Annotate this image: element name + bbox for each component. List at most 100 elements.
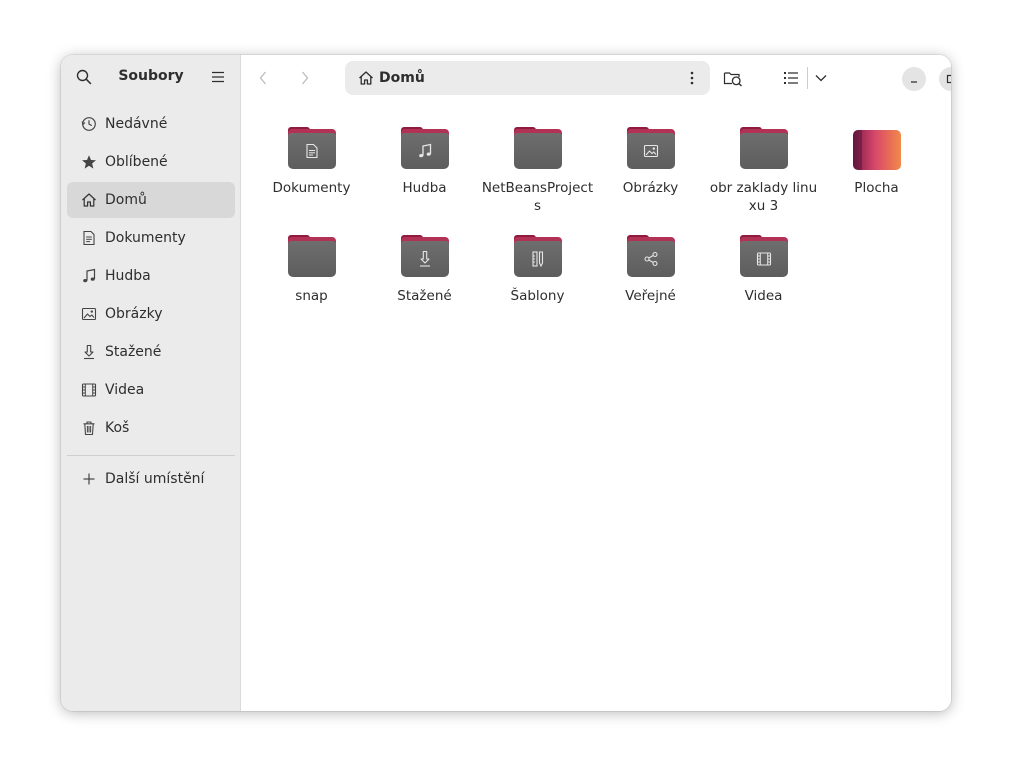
star-icon <box>81 154 97 170</box>
sidebar-other-locations: Další umístění <box>67 461 235 499</box>
folder-item[interactable]: Šablony <box>481 233 594 305</box>
image-icon <box>81 306 97 322</box>
folder-item[interactable]: Veřejné <box>594 233 707 305</box>
sidebar-item-downloads[interactable]: Stažené <box>67 334 235 370</box>
music-icon <box>418 143 431 158</box>
home-icon <box>357 69 375 87</box>
sidebar-item-label: Videa <box>105 382 145 398</box>
sidebar-item-music[interactable]: Hudba <box>67 258 235 294</box>
view-options-button[interactable] <box>809 66 833 90</box>
trash-icon <box>81 420 97 436</box>
folder-name: Veřejné <box>625 288 676 304</box>
share-icon <box>643 251 658 267</box>
folder-name: Šablony <box>510 288 565 304</box>
vertical-dots-icon <box>690 71 694 85</box>
folder-icon <box>739 233 788 277</box>
folder-item[interactable]: Dokumenty <box>255 125 368 197</box>
folder-name: snap <box>295 288 328 304</box>
folder-search-icon <box>723 72 742 87</box>
folder-icon <box>626 125 675 169</box>
folder-item[interactable]: Videa <box>707 233 820 305</box>
sidebar-item-label: Nedávné <box>105 116 168 132</box>
sidebar-item-label: Hudba <box>105 268 151 284</box>
folder-icon <box>400 233 449 277</box>
folder-icon <box>626 233 675 277</box>
main-menu-button[interactable] <box>207 66 229 88</box>
sidebar-item-starred[interactable]: Oblíbené <box>67 144 235 180</box>
location-menu-button[interactable] <box>682 68 702 88</box>
clock-icon <box>81 116 97 132</box>
maximize-icon <box>946 74 951 84</box>
search-icon <box>76 69 92 85</box>
sidebar-header: Soubory <box>61 55 241 101</box>
chevron-left-icon <box>259 71 266 85</box>
chevron-right-icon <box>302 71 309 85</box>
desktop-folder-icon <box>852 125 901 170</box>
sidebar-item-videos[interactable]: Videa <box>67 372 235 408</box>
back-button[interactable] <box>249 66 277 90</box>
sidebar-item-home[interactable]: Domů <box>67 182 235 218</box>
music-icon <box>81 268 97 284</box>
plus-icon <box>81 471 97 487</box>
folder-item[interactable]: NetBeansProjects <box>481 125 594 215</box>
folder-icon <box>287 125 336 169</box>
main-content: Domů Dokumenty Hudba NetBeansProjects Ob… <box>241 55 951 711</box>
home-icon <box>81 192 97 208</box>
folder-name: Dokumenty <box>272 180 351 196</box>
hamburger-menu-icon <box>212 71 224 83</box>
film-icon <box>756 252 771 266</box>
template-icon <box>531 251 543 268</box>
folder-item[interactable]: obr zaklady linuxu 3 <box>707 125 820 215</box>
sidebar-item-label: Další umístění <box>105 471 205 487</box>
folder-icon <box>739 125 788 169</box>
path-bar[interactable]: Domů <box>345 61 710 95</box>
document-icon <box>305 143 318 159</box>
sidebar-item-pictures[interactable]: Obrázky <box>67 296 235 332</box>
folder-name: Hudba <box>402 180 447 196</box>
folder-icon <box>513 233 562 277</box>
folder-item[interactable]: snap <box>255 233 368 305</box>
sidebar-item-recent[interactable]: Nedávné <box>67 106 235 142</box>
view-list-button[interactable] <box>779 66 803 90</box>
folder-icon <box>513 125 562 169</box>
sidebar-item-label: Domů <box>105 192 147 208</box>
folder-name: Stažené <box>397 288 452 304</box>
sidebar-item-label: Dokumenty <box>105 230 186 246</box>
sidebar-item-label: Koš <box>105 420 130 436</box>
current-location-label[interactable]: Domů <box>379 70 425 86</box>
sidebar-item-label: Stažené <box>105 344 162 360</box>
app-title: Soubory <box>118 68 184 84</box>
folder-icon <box>400 125 449 169</box>
sidebar-item-label: Obrázky <box>105 306 163 322</box>
folder-item[interactable]: Plocha <box>820 125 933 197</box>
document-icon <box>81 230 97 246</box>
minimize-icon <box>911 81 917 83</box>
list-view-icon <box>784 72 798 84</box>
image-icon <box>643 144 658 158</box>
maximize-button[interactable] <box>939 67 951 91</box>
minimize-button[interactable] <box>902 67 926 91</box>
folder-name: obr zaklady linuxu 3 <box>709 180 818 214</box>
folder-name: NetBeansProjects <box>481 180 594 214</box>
sidebar-places-list: Nedávné Oblíbené Domů Dokumenty Hudba Ob… <box>67 106 235 448</box>
forward-button[interactable] <box>291 66 319 90</box>
sidebar-divider <box>67 455 235 456</box>
folder-item[interactable]: Obrázky <box>594 125 707 197</box>
search-button[interactable] <box>73 66 95 88</box>
toolbar-divider <box>807 67 808 89</box>
download-icon <box>419 250 430 267</box>
search-folder-button[interactable] <box>721 66 745 90</box>
folder-name: Obrázky <box>622 180 679 196</box>
file-manager-window: Soubory Nedávné Oblíbené Domů Dokumenty <box>61 55 951 711</box>
sidebar-item-trash[interactable]: Koš <box>67 410 235 446</box>
sidebar-item-label: Oblíbené <box>105 154 168 170</box>
sidebar-item-documents[interactable]: Dokumenty <box>67 220 235 256</box>
folder-item[interactable]: Stažené <box>368 233 481 305</box>
folder-icon <box>287 233 336 277</box>
download-icon <box>81 344 97 360</box>
sidebar-item-other-locations[interactable]: Další umístění <box>67 461 235 497</box>
sidebar: Soubory Nedávné Oblíbené Domů Dokumenty <box>61 55 241 711</box>
folder-name: Videa <box>744 288 783 304</box>
folder-item[interactable]: Hudba <box>368 125 481 197</box>
folder-name: Plocha <box>854 180 899 196</box>
